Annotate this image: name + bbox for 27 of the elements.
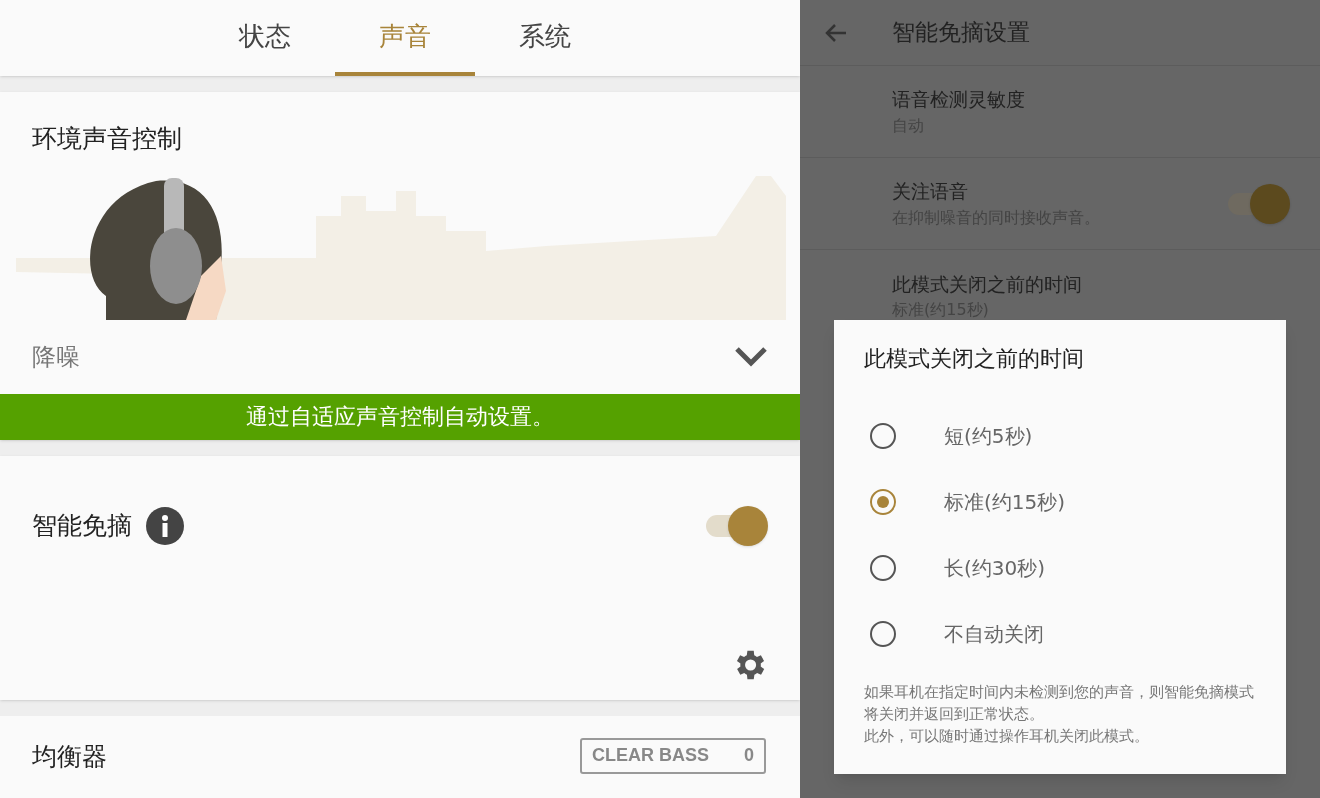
setting-title[interactable]: 语音检测灵敏度 (892, 85, 1025, 114)
setting-title[interactable]: 关注语音 (892, 177, 1100, 206)
radio-button[interactable] (870, 423, 896, 449)
tab[interactable]: 系统 (475, 0, 615, 76)
option-label[interactable]: 长(约30秒) (944, 553, 1046, 583)
screen-title: 智能免摘设置 (892, 18, 1030, 48)
chevron-down-icon[interactable] (734, 345, 768, 368)
dialog-note: 如果耳机在指定时间内未检测到您的声音，则智能免摘模式将关闭并返回到正常状态。 (864, 682, 1255, 725)
tab[interactable]: 状态 (195, 0, 335, 76)
radio-button[interactable] (870, 555, 896, 581)
option-label[interactable]: 短(约5秒) (944, 421, 1033, 451)
option-label[interactable]: 不自动关闭 (944, 619, 1044, 649)
setting-title[interactable]: 此模式关闭之前的时间 (892, 269, 1082, 299)
badge-value: 0 (744, 744, 754, 767)
dialog-title: 此模式关闭之前的时间 (864, 345, 1084, 373)
section-title: 均衡器 (32, 740, 107, 773)
dialog-note: 此外，可以随时通过操作耳机关闭此模式。 (864, 726, 1150, 747)
option-label[interactable]: 标准(约15秒) (944, 487, 1066, 517)
info-icon[interactable] (146, 506, 184, 545)
badge-label: CLEAR BASS (592, 744, 709, 767)
status-banner: 通过自适应声音控制自动设置。 (0, 393, 800, 440)
radio-button[interactable] (870, 621, 896, 647)
section-title: 环境声音控制 (31, 123, 183, 155)
mode-label: 降噪 (32, 341, 80, 373)
section-title: 智能免摘 (32, 509, 132, 542)
radio-button[interactable] (870, 489, 896, 515)
tab[interactable]: 声音 (335, 0, 475, 76)
